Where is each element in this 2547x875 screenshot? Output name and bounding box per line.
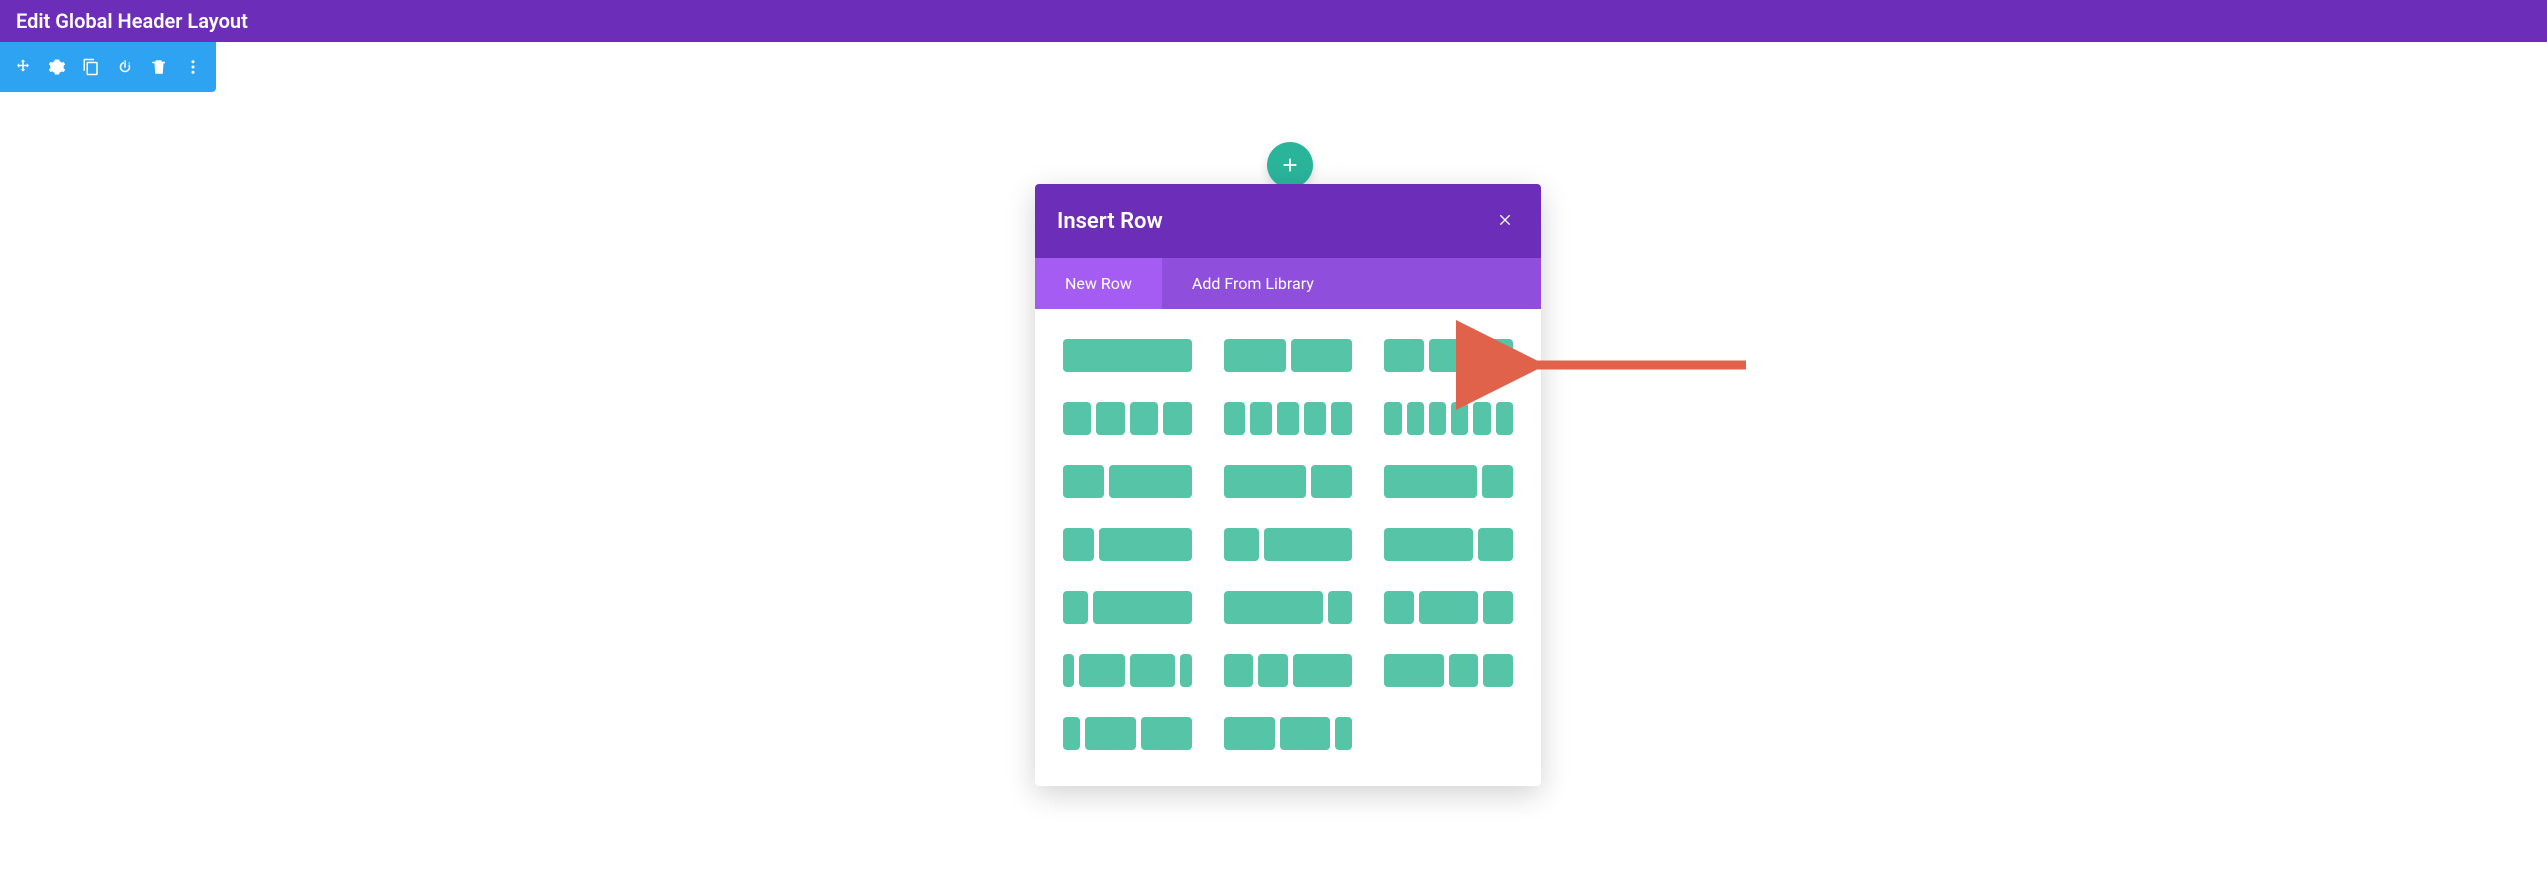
layout-option-6[interactable] xyxy=(1063,465,1192,498)
modal-tabs: New Row Add From Library xyxy=(1035,258,1541,309)
layout-option-12[interactable] xyxy=(1063,591,1192,624)
modal-title: Insert Row xyxy=(1057,209,1163,234)
layout-option-15[interactable] xyxy=(1063,654,1192,687)
layout-option-3[interactable] xyxy=(1063,402,1192,435)
top-bar: Edit Global Header Layout xyxy=(0,0,2547,42)
layout-option-13[interactable] xyxy=(1224,591,1353,624)
layout-option-5[interactable] xyxy=(1384,402,1513,435)
layout-option-16[interactable] xyxy=(1224,654,1353,687)
layout-option-1[interactable] xyxy=(1224,339,1353,372)
add-row-button[interactable] xyxy=(1267,142,1313,188)
layout-option-11[interactable] xyxy=(1384,528,1513,561)
power-icon[interactable] xyxy=(116,58,134,76)
gear-icon[interactable] xyxy=(48,58,66,76)
layout-option-10[interactable] xyxy=(1224,528,1353,561)
layout-grid xyxy=(1035,309,1541,786)
layout-option-19[interactable] xyxy=(1224,717,1353,750)
layout-option-14[interactable] xyxy=(1384,591,1513,624)
section-toolbar xyxy=(0,42,216,92)
more-icon[interactable] xyxy=(184,58,202,76)
modal-header: Insert Row xyxy=(1035,184,1541,258)
duplicate-icon[interactable] xyxy=(82,58,100,76)
layout-option-8[interactable] xyxy=(1384,465,1513,498)
layout-option-4[interactable] xyxy=(1224,402,1353,435)
tab-new-row[interactable]: New Row xyxy=(1035,258,1162,309)
move-icon[interactable] xyxy=(14,58,32,76)
insert-row-modal: Insert Row New Row Add From Library xyxy=(1035,184,1541,786)
page-title: Edit Global Header Layout xyxy=(16,9,248,33)
trash-icon[interactable] xyxy=(150,58,168,76)
close-editor-button[interactable] xyxy=(2515,5,2531,37)
close-modal-button[interactable] xyxy=(1491,205,1519,238)
layout-option-0[interactable] xyxy=(1063,339,1192,372)
layout-option-17[interactable] xyxy=(1384,654,1513,687)
arrow-annotation xyxy=(1516,350,1756,384)
layout-option-2[interactable] xyxy=(1384,339,1513,372)
tab-add-from-library[interactable]: Add From Library xyxy=(1162,258,1344,309)
layout-option-7[interactable] xyxy=(1224,465,1353,498)
layout-option-18[interactable] xyxy=(1063,717,1192,750)
layout-option-9[interactable] xyxy=(1063,528,1192,561)
